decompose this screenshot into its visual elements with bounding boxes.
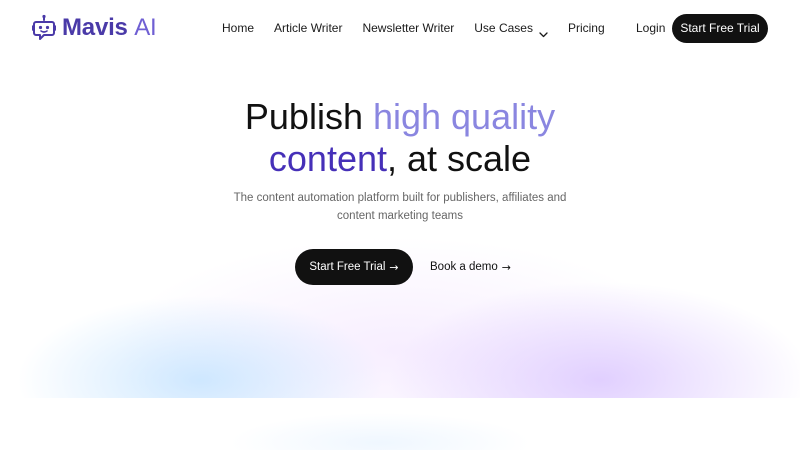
- brand-name-suffix: AI: [134, 14, 157, 41]
- brand-name: Mavis AI: [62, 13, 157, 43]
- arrow-right-icon: →: [501, 260, 511, 274]
- book-demo-button[interactable]: Book a demo →: [430, 249, 511, 285]
- hero-heading: Publish high quality content, at scale: [0, 96, 800, 180]
- chevron-down-icon: [539, 25, 548, 38]
- nav-start-free-trial-button[interactable]: Start Free Trial: [672, 14, 768, 43]
- nav-link-use-cases-label: Use Cases: [474, 21, 533, 35]
- hero-start-free-trial-label: Start Free Trial: [309, 261, 386, 273]
- nav-link-use-cases[interactable]: Use Cases: [474, 19, 548, 38]
- nav-link-article-writer[interactable]: Article Writer: [274, 19, 342, 37]
- landing-page: Mavis AI Home Article Writer Newsletter …: [0, 0, 800, 450]
- hero-heading-highlight-2: content: [268, 138, 387, 179]
- nav-link-pricing[interactable]: Pricing: [568, 19, 605, 37]
- hero-subtitle-line-1: The content automation platform built fo…: [233, 192, 567, 204]
- brand-logo[interactable]: Mavis AI: [32, 13, 157, 43]
- arrow-right-icon: →: [389, 260, 399, 274]
- hero-heading-part1: Publish: [244, 96, 373, 137]
- hero-heading-highlight-1: high quality: [372, 96, 556, 137]
- hero-subtitle-line-2: content marketing teams: [337, 210, 463, 222]
- nav-menu: Home Article Writer Newsletter Writer Us…: [222, 19, 625, 38]
- hero-heading-part2: , at scale: [387, 138, 532, 179]
- hero-start-free-trial-button[interactable]: Start Free Trial →: [295, 249, 413, 285]
- section-gradient-background: [0, 398, 800, 450]
- brand-name-main: Mavis: [62, 14, 128, 41]
- hero-actions: Start Free Trial → Book a demo →: [295, 249, 511, 285]
- login-link[interactable]: Login: [636, 19, 665, 37]
- robot-chat-icon: [32, 14, 57, 42]
- book-demo-label: Book a demo: [430, 261, 498, 273]
- top-navbar: Mavis AI Home Article Writer Newsletter …: [0, 0, 800, 56]
- nav-link-newsletter-writer[interactable]: Newsletter Writer: [362, 19, 454, 37]
- hero-subtitle: The content automation platform built fo…: [0, 189, 800, 225]
- nav-link-home[interactable]: Home: [222, 19, 254, 37]
